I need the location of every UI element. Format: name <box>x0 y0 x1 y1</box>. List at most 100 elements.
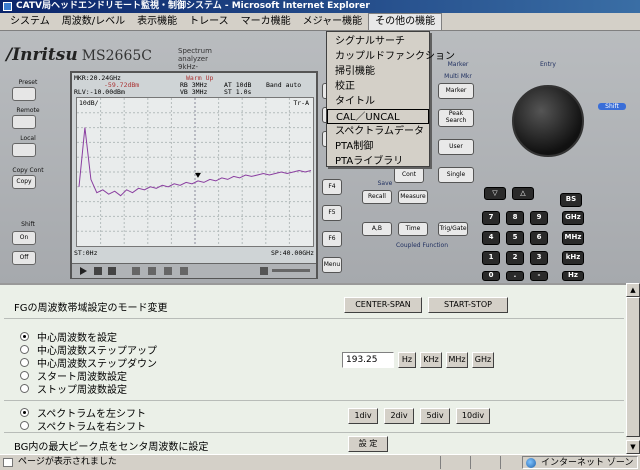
label-remote: Remote <box>16 107 40 114</box>
next-icon[interactable] <box>164 267 172 275</box>
digit-6[interactable]: 6 <box>530 231 548 245</box>
radio-dot[interactable] <box>20 345 29 354</box>
play-icon[interactable] <box>80 267 87 275</box>
pause-icon[interactable] <box>94 267 102 275</box>
radio-dot[interactable] <box>20 408 29 417</box>
ghz-button[interactable]: GHz <box>472 352 494 368</box>
digit-4[interactable]: 4 <box>482 231 500 245</box>
marker-key[interactable]: Marker <box>438 83 474 99</box>
radio-dot[interactable] <box>20 371 29 380</box>
status-bar: ページが表示されました インターネット ゾーン <box>0 454 640 470</box>
fast-forward-icon[interactable] <box>180 267 188 275</box>
ie-icon <box>3 2 12 11</box>
remote-key[interactable] <box>12 115 36 129</box>
radio-dot[interactable] <box>20 332 29 341</box>
scroll-thumb[interactable] <box>626 297 640 437</box>
digit-3[interactable]: 3 <box>530 251 548 265</box>
step-up-key[interactable]: △ <box>512 187 534 200</box>
digit-8[interactable]: 8 <box>506 211 524 225</box>
khz-button[interactable]: KHz <box>420 352 442 368</box>
peak-search-key[interactable]: Peak Search <box>438 109 474 127</box>
ab-key[interactable]: A,B <box>362 222 392 236</box>
digit-0[interactable]: 0 <box>482 271 500 281</box>
radio-dot[interactable] <box>20 421 29 430</box>
dropdown-item-signal-search[interactable]: シグナルサーチ <box>327 34 429 49</box>
menu-system[interactable]: システム <box>4 13 56 31</box>
ghz-key[interactable]: GHz <box>562 211 584 225</box>
dropdown-item-cal-uncal[interactable]: CAL／UNCAL <box>327 109 429 124</box>
scroll-up-icon[interactable]: ▲ <box>626 283 640 297</box>
dropdown-item-calibration[interactable]: 校正 <box>327 79 429 94</box>
step-down-key[interactable]: ▽ <box>484 187 506 200</box>
volume-icon[interactable] <box>260 267 268 275</box>
dropdown-item-pta-library[interactable]: PTAライブラリ <box>327 154 429 169</box>
rewind-icon[interactable] <box>132 267 140 275</box>
status-divider <box>470 456 471 469</box>
instrument-panel: /InritsuMS2665C Spectrum analyzer 9kHz-2… <box>0 31 640 283</box>
10div-button[interactable]: 10div <box>456 408 490 424</box>
label-preset: Preset <box>18 79 38 86</box>
hz-button[interactable]: Hz <box>398 352 416 368</box>
preset-key[interactable] <box>12 87 36 101</box>
save-label: Save <box>377 180 393 187</box>
dropdown-item-pta-control[interactable]: PTA制御 <box>327 139 429 154</box>
1div-button[interactable]: 1div <box>348 408 378 424</box>
menu-measure[interactable]: メジャー機能 <box>297 13 369 31</box>
menu-key[interactable]: Menu <box>322 257 342 273</box>
menu-marker[interactable]: マーカ機能 <box>235 13 297 31</box>
lower-control-keys: Save Recall Measure A,B Time Trig/Gate C… <box>352 176 472 256</box>
label-shift: Shift <box>21 221 35 228</box>
digit-9[interactable]: 9 <box>530 211 548 225</box>
digit-2[interactable]: 2 <box>506 251 524 265</box>
f5-key[interactable]: F5 <box>322 205 342 221</box>
zone-label: インターネット ゾーン <box>541 458 634 468</box>
dropdown-item-sweep[interactable]: 掃引機能 <box>327 64 429 79</box>
volume-slider[interactable] <box>272 269 310 272</box>
decimal-key[interactable]: . <box>506 271 524 281</box>
hz-key[interactable]: Hz <box>562 271 584 281</box>
on-key[interactable]: On <box>12 231 36 245</box>
mhz-key[interactable]: MHz <box>562 231 584 245</box>
2div-button[interactable]: 2div <box>384 408 414 424</box>
menu-frequency-level[interactable]: 周波数/レベル <box>56 13 131 31</box>
dropdown-item-coupled-function[interactable]: カップルドファンクション <box>327 49 455 64</box>
digit-5[interactable]: 5 <box>506 231 524 245</box>
f4-key[interactable]: F4 <box>322 179 342 195</box>
prev-icon[interactable] <box>148 267 156 275</box>
rotary-knob[interactable] <box>512 85 584 157</box>
minus-key[interactable]: - <box>530 271 548 281</box>
menu-other[interactable]: その他の機能 <box>368 12 443 31</box>
user-key[interactable]: User <box>438 139 474 155</box>
recall-key[interactable]: Recall <box>362 190 392 204</box>
radio-dot[interactable] <box>20 384 29 393</box>
bs-key[interactable]: BS <box>560 193 582 207</box>
dropdown-item-title[interactable]: タイトル <box>327 94 429 109</box>
5div-button[interactable]: 5div <box>420 408 450 424</box>
vertical-scrollbar[interactable]: ▲ ▼ <box>626 283 640 454</box>
menu-trace[interactable]: トレース <box>183 13 235 31</box>
set-button[interactable]: 設 定 <box>348 436 388 452</box>
start-stop-button[interactable]: START-STOP <box>428 297 508 313</box>
digit-7[interactable]: 7 <box>482 211 500 225</box>
local-key[interactable] <box>12 143 36 157</box>
copy-key[interactable]: Copy <box>12 175 36 189</box>
mhz-button[interactable]: MHz <box>446 352 468 368</box>
khz-key[interactable]: kHz <box>562 251 584 265</box>
radio-stop-freq[interactable]: ストップ周波数設定 <box>20 381 127 396</box>
trig-gate-key[interactable]: Trig/Gate <box>438 222 468 236</box>
radio-dot[interactable] <box>20 358 29 367</box>
measure-key[interactable]: Measure <box>398 190 428 204</box>
menu-display[interactable]: 表示機能 <box>131 13 183 31</box>
dropdown-item-spectrum-data[interactable]: スペクトラムデータ <box>327 124 429 139</box>
shift-label: Shift <box>598 103 626 110</box>
scroll-down-icon[interactable]: ▼ <box>626 440 640 454</box>
stop-icon[interactable] <box>108 267 116 275</box>
radio-shift-right[interactable]: スペクトラムを右シフト <box>20 418 146 433</box>
frequency-input[interactable]: 193.25 <box>342 352 394 368</box>
status-text: ページが表示されました <box>18 457 117 467</box>
digit-1[interactable]: 1 <box>482 251 500 265</box>
time-key[interactable]: Time <box>398 222 428 236</box>
f6-key[interactable]: F6 <box>322 231 342 247</box>
center-span-button[interactable]: CENTER-SPAN <box>344 297 422 313</box>
off-key[interactable]: Off <box>12 251 36 265</box>
